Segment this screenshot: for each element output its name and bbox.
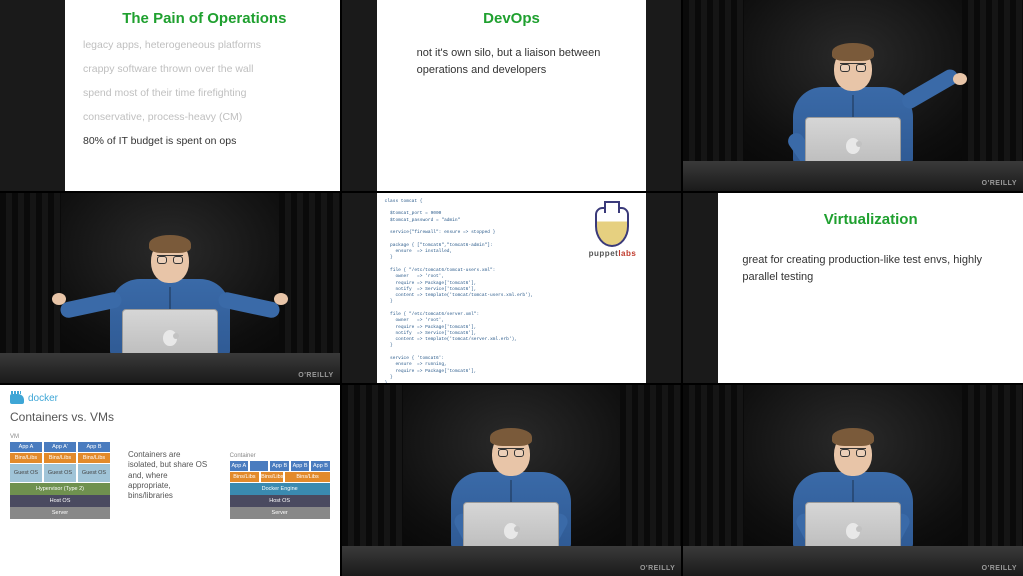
bullet: legacy apps, heterogeneous platforms xyxy=(83,39,326,51)
thumb-virtualization[interactable]: Virtualization great for creating produc… xyxy=(683,193,1023,384)
container-label: Container xyxy=(230,451,256,461)
thumb-presenter-typing-a[interactable]: O'REILLY xyxy=(342,385,682,576)
thumb-presenter-arms-out[interactable]: O'REILLY xyxy=(0,193,340,384)
flask-icon xyxy=(595,207,629,247)
slide-content: docker Containers vs. VMs VM App AApp A'… xyxy=(0,385,340,576)
thumb-pain-of-operations[interactable]: The Pain of Operations legacy apps, hete… xyxy=(0,0,340,191)
vm-stack: App AApp A'App B Bins/LibsBins/LibsBins/… xyxy=(10,442,110,519)
thumb-presenter-typing-b[interactable]: O'REILLY xyxy=(683,385,1023,576)
diagram: VM App AApp A'App B Bins/LibsBins/LibsBi… xyxy=(10,432,330,519)
puppetlabs-logo: puppetlabs xyxy=(589,207,637,258)
slide-title: Virtualization xyxy=(742,211,999,228)
slide-title: The Pain of Operations xyxy=(83,10,326,27)
thumb-presenter-gesture-right[interactable]: O'REILLY xyxy=(683,0,1023,191)
slide-title: DevOps xyxy=(397,10,627,27)
slide-body: not it's own silo, but a liaison between… xyxy=(397,45,627,78)
thumbnail-grid: The Pain of Operations legacy apps, hete… xyxy=(0,0,1023,576)
thumb-puppet-code[interactable]: class tomcat { $tomcat_port = 9000 $tomc… xyxy=(342,193,682,384)
bullet: conservative, process-heavy (CM) xyxy=(83,111,326,123)
slide-content: The Pain of Operations legacy apps, hete… xyxy=(65,0,340,191)
presenter-scene xyxy=(342,385,682,576)
apple-logo-icon xyxy=(846,138,860,154)
watermark: O'REILLY xyxy=(982,565,1017,572)
thumb-docker-containers-vms[interactable]: docker Containers vs. VMs VM App AApp A'… xyxy=(0,385,340,576)
thumb-devops[interactable]: DevOps not it's own silo, but a liaison … xyxy=(342,0,682,191)
apple-logo-icon xyxy=(163,330,177,346)
watermark: O'REILLY xyxy=(640,565,675,572)
slide-body: great for creating production-like test … xyxy=(742,252,999,287)
presenter-scene xyxy=(683,385,1023,576)
apple-logo-icon xyxy=(504,523,518,539)
brand-labs: labs xyxy=(618,249,636,258)
bullet: crappy software thrown over the wall xyxy=(83,63,326,75)
watermark: O'REILLY xyxy=(298,372,333,379)
bullet-active: 80% of IT budget is spent on ops xyxy=(83,135,326,147)
bullet: spend most of their time firefighting xyxy=(83,87,326,99)
slide-content: DevOps not it's own silo, but a liaison … xyxy=(377,0,647,191)
docker-whale-icon xyxy=(10,394,24,404)
docker-brand-text: docker xyxy=(28,393,58,404)
diagram-desc: Containers are isolated, but share OS an… xyxy=(128,450,212,502)
presenter-scene xyxy=(0,193,340,384)
slide-content: class tomcat { $tomcat_port = 9000 $tomc… xyxy=(377,193,647,384)
slide-content: Virtualization great for creating produc… xyxy=(718,193,1023,384)
docker-brand: docker xyxy=(10,393,330,404)
presenter-scene xyxy=(683,0,1023,191)
container-stack: App AApp BApp BApp B Bins/LibsBins/LibsB… xyxy=(230,461,330,519)
watermark: O'REILLY xyxy=(982,180,1017,187)
apple-logo-icon xyxy=(846,523,860,539)
brand-puppet: puppet xyxy=(589,249,619,258)
slide-title: Containers vs. VMs xyxy=(10,410,330,424)
vm-label: VM xyxy=(10,432,19,442)
